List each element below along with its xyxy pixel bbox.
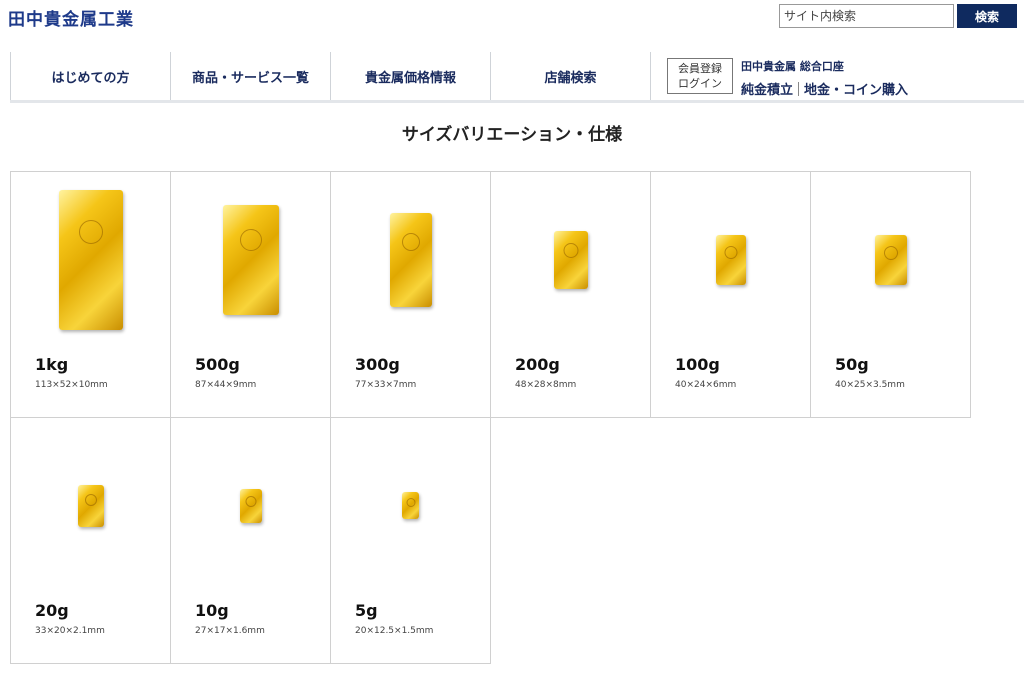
login-label: ログイン: [678, 77, 722, 90]
gold-bar-image: [874, 234, 907, 285]
section-title: サイズバリエーション・仕様: [401, 125, 623, 145]
account-area: 会員登録 ログイン 田中貴金属 総合口座 純金積立 地金・コイン購入: [650, 52, 1024, 100]
gold-bar-image: [389, 212, 432, 307]
nav-item-products[interactable]: 商品・サービス一覧: [170, 52, 330, 100]
gold-bar-image: [58, 189, 123, 330]
account-links: 純金積立 地金・コイン購入: [741, 79, 908, 98]
coin-purchase-link[interactable]: 地金・コイン購入: [804, 79, 908, 98]
product-dimensions: 20×12.5×1.5mm: [355, 626, 434, 636]
product-card[interactable]: 20g 33×20×2.1mm: [10, 417, 171, 664]
nav-item-prices[interactable]: 貴金属価格情報: [330, 52, 490, 100]
product-card[interactable]: 200g 48×28×8mm: [490, 171, 651, 418]
product-card[interactable]: 300g 77×33×7mm: [330, 171, 491, 418]
product-weight: 100g: [675, 355, 720, 374]
product-dimensions: 48×28×8mm: [515, 380, 577, 390]
product-weight: 200g: [515, 355, 560, 374]
product-card[interactable]: 5g 20×12.5×1.5mm: [330, 417, 491, 664]
search-input[interactable]: [779, 4, 954, 28]
product-card[interactable]: 100g 40×24×6mm: [650, 171, 811, 418]
main-nav: はじめての方 商品・サービス一覧 貴金属価格情報 店舗検索 会員登録 ログイン …: [10, 52, 1024, 103]
product-weight: 300g: [355, 355, 400, 374]
account-title: 田中貴金属 総合口座: [741, 60, 844, 73]
product-card[interactable]: 500g 87×44×9mm: [170, 171, 331, 418]
hallmark-icon: [406, 497, 415, 507]
saving-link[interactable]: 純金積立: [741, 79, 793, 98]
gold-bar-image: [239, 488, 262, 523]
hallmark-icon: [563, 243, 578, 259]
product-dimensions: 77×33×7mm: [355, 380, 417, 390]
hallmark-icon: [245, 495, 256, 507]
product-card[interactable]: 10g 27×17×1.6mm: [170, 417, 331, 664]
product-dimensions: 40×25×3.5mm: [835, 380, 905, 390]
gold-bar-image: [553, 230, 588, 289]
product-weight: 5g: [355, 601, 378, 620]
hallmark-icon: [883, 245, 898, 260]
gold-bar-image: [77, 484, 104, 527]
site-logo[interactable]: 田中貴金属工業: [8, 5, 134, 30]
hallmark-icon: [401, 233, 420, 252]
search-button[interactable]: 検索: [957, 4, 1017, 28]
hallmark-icon: [78, 220, 103, 245]
product-card[interactable]: 50g 40×25×3.5mm: [810, 171, 971, 418]
gold-bar-image: [402, 492, 419, 519]
product-weight: 500g: [195, 355, 240, 374]
product-weight: 1kg: [35, 355, 69, 374]
member-login-button[interactable]: 会員登録 ログイン: [667, 58, 733, 94]
product-dimensions: 87×44×9mm: [195, 380, 257, 390]
product-dimensions: 113×52×10mm: [35, 380, 108, 390]
product-dimensions: 40×24×6mm: [675, 380, 737, 390]
hallmark-icon: [724, 245, 737, 259]
product-weight: 10g: [195, 601, 229, 620]
hallmark-icon: [84, 493, 97, 506]
nav-item-beginners[interactable]: はじめての方: [10, 52, 170, 100]
gold-bar-image: [715, 234, 746, 285]
product-weight: 20g: [35, 601, 69, 620]
product-dimensions: 33×20×2.1mm: [35, 626, 105, 636]
gold-bar-image: [222, 204, 279, 315]
product-dimensions: 27×17×1.6mm: [195, 626, 265, 636]
nav-item-stores[interactable]: 店舗検索: [490, 52, 650, 100]
hallmark-icon: [239, 228, 262, 251]
member-register-label: 会員登録: [678, 62, 722, 75]
product-weight: 50g: [835, 355, 869, 374]
divider: [798, 81, 800, 96]
product-card[interactable]: 1kg 113×52×10mm: [10, 171, 171, 418]
